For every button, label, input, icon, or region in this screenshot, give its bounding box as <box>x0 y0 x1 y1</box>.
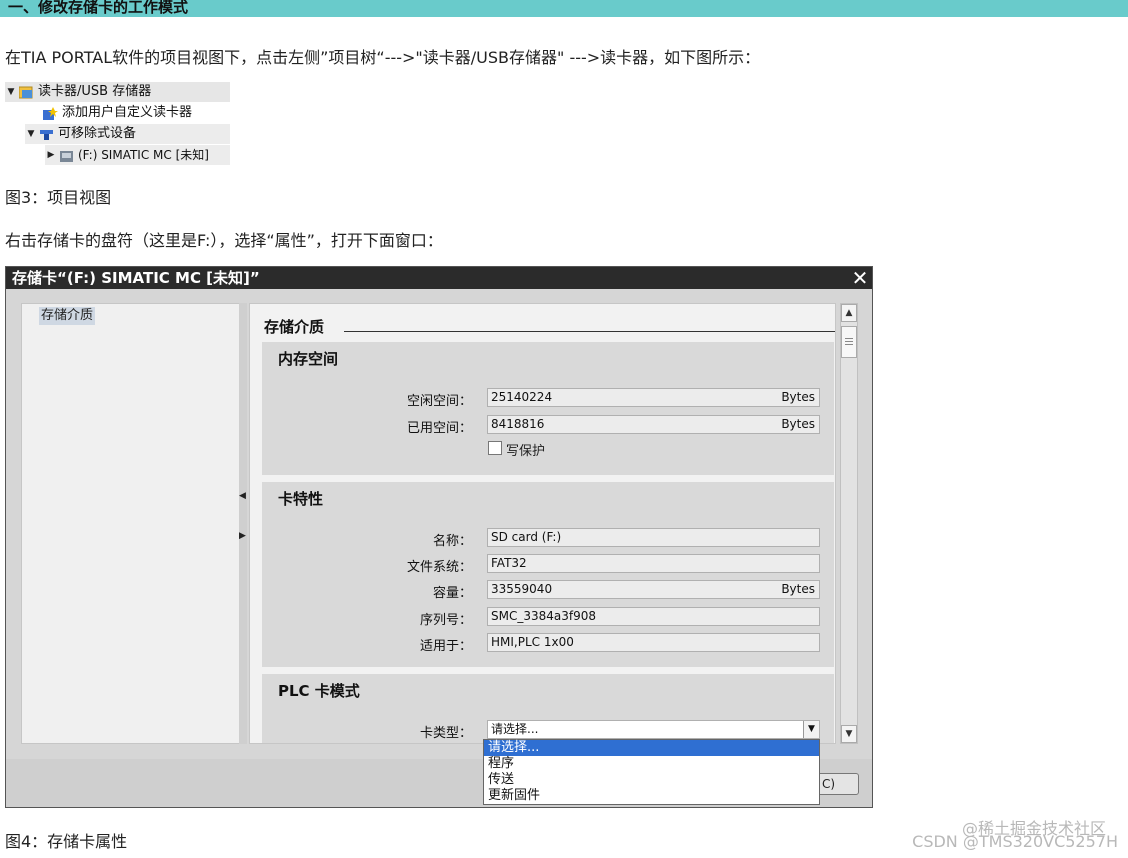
expanded-arrow-icon: ▼ <box>27 129 35 139</box>
instruction-paragraph: 右击存储卡的盘符（这里是F:），选择“属性”，打开下面窗口： <box>5 231 443 250</box>
card-type-value: 请选择... <box>491 722 539 736</box>
tree-item-label: (F:) SIMATIC MC [未知] <box>78 148 209 162</box>
nav-item-storage-medium[interactable]: 存储介质 <box>39 307 96 325</box>
memory-space-group: 内存空间 空闲空间： 25140224 Bytes 已用空间： 8418816 … <box>262 342 834 475</box>
section-heading: 一、修改存储卡的工作模式 <box>0 0 1128 17</box>
used-space-label: 已用空间： <box>406 421 472 436</box>
used-space-value: 8418816 <box>491 417 545 431</box>
name-field: SD card (F:) <box>487 528 820 547</box>
used-space-field: 8418816 Bytes <box>487 415 820 434</box>
intro-paragraph: 在TIA PORTAL软件的项目视图下，点击左侧”项目树“--->"读卡器/US… <box>5 48 761 67</box>
memory-card-icon <box>59 149 74 162</box>
project-tree-screenshot: ▼ 读卡器/USB 存储器 添加用户自定义读卡器 ▼ 可移除式设备 ▶ (F:)… <box>5 82 230 165</box>
watermark-csdn: CSDN @TMS320VC5257H <box>912 832 1118 851</box>
expand-right-icon[interactable]: ▶ <box>239 531 246 541</box>
pane-splitter[interactable]: ◀ ▶ <box>239 303 247 744</box>
card-properties-title: 卡特性 <box>278 490 324 508</box>
file-system-field: FAT32 <box>487 554 820 573</box>
applies-to-field: HMI,PLC 1x00 <box>487 633 820 652</box>
tree-item-add-reader[interactable]: 添加用户自定义读卡器 <box>41 103 192 123</box>
vertical-scrollbar[interactable]: ▲ ▼ <box>840 303 858 744</box>
tree-item-card-reader[interactable]: ▼ 读卡器/USB 存储器 <box>5 82 230 102</box>
write-protect-label: 写保护 <box>506 444 546 459</box>
serial-number-label: 序列号： <box>419 613 472 628</box>
capacity-unit: Bytes <box>781 582 815 596</box>
scroll-thumb[interactable] <box>841 326 857 358</box>
dropdown-option-transfer[interactable]: 传送 <box>484 772 819 788</box>
applies-to-label: 适用于： <box>419 639 472 654</box>
memory-space-title: 内存空间 <box>278 350 339 368</box>
free-space-value: 25140224 <box>491 390 553 404</box>
collapse-left-icon[interactable]: ◀ <box>239 491 246 501</box>
write-protect-checkbox[interactable] <box>488 441 502 455</box>
section-divider <box>344 331 835 332</box>
free-space-field: 25140224 Bytes <box>487 388 820 407</box>
name-label: 名称： <box>432 534 472 549</box>
free-space-unit: Bytes <box>781 390 815 404</box>
dropdown-option-program[interactable]: 程序 <box>484 756 819 772</box>
figure-caption-4: 图4：存储卡属性 <box>5 832 128 851</box>
card-reader-icon <box>18 86 34 99</box>
free-space-label: 空闲空间： <box>406 394 472 409</box>
collapsed-arrow-icon: ▶ <box>47 150 55 160</box>
capacity-field: 33559040 Bytes <box>487 580 820 599</box>
card-type-dropdown-list: 请选择... 程序 传送 更新固件 <box>483 739 820 805</box>
properties-pane: 存储介质 内存空间 空闲空间： 25140224 Bytes 已用空间： 841… <box>249 303 836 744</box>
tree-item-label: 添加用户自定义读卡器 <box>62 105 193 120</box>
dialog-title: 存储卡“(F:) SIMATIC MC [未知]” <box>6 267 872 289</box>
used-space-unit: Bytes <box>781 417 815 431</box>
capacity-label: 容量： <box>432 586 472 601</box>
plc-card-mode-title: PLC 卡模式 <box>278 682 360 700</box>
dropdown-option-select[interactable]: 请选择... <box>484 740 819 756</box>
dropdown-option-update-firmware[interactable]: 更新固件 <box>484 788 819 804</box>
tree-item-removable[interactable]: ▼ 可移除式设备 <box>25 124 230 144</box>
chevron-down-icon[interactable]: ▼ <box>803 721 819 738</box>
close-icon[interactable]: ✕ <box>850 267 870 289</box>
expanded-arrow-icon: ▼ <box>7 87 15 97</box>
serial-number-field: SMC_3384a3f908 <box>487 607 820 626</box>
card-properties-dialog: 存储卡“(F:) SIMATIC MC [未知]” ✕ 存储介质 ◀ ▶ 存储介… <box>5 266 873 808</box>
figure-caption-3: 图3：项目视图 <box>5 188 112 207</box>
navigation-pane: 存储介质 <box>21 303 243 744</box>
add-reader-icon <box>43 106 58 120</box>
card-properties-group: 卡特性 名称： SD card (F:) 文件系统： FAT32 容量： 335… <box>262 482 834 667</box>
file-system-label: 文件系统： <box>406 560 472 575</box>
tree-item-label: 读卡器/USB 存储器 <box>38 84 152 99</box>
section-title: 存储介质 <box>264 318 325 336</box>
removable-device-icon <box>39 128 54 141</box>
scroll-up-icon[interactable]: ▲ <box>841 304 857 322</box>
tree-item-simatic-mc[interactable]: ▶ (F:) SIMATIC MC [未知] <box>45 145 230 165</box>
capacity-value: 33559040 <box>491 582 553 596</box>
scroll-down-icon[interactable]: ▼ <box>841 725 857 743</box>
card-type-label: 卡类型： <box>419 726 472 741</box>
plc-card-mode-group: PLC 卡模式 卡类型： 请选择... ▼ <box>262 674 834 743</box>
tree-item-label: 可移除式设备 <box>58 126 137 141</box>
ok-button-label: C) <box>822 777 836 791</box>
card-type-select[interactable]: 请选择... ▼ <box>487 720 820 739</box>
